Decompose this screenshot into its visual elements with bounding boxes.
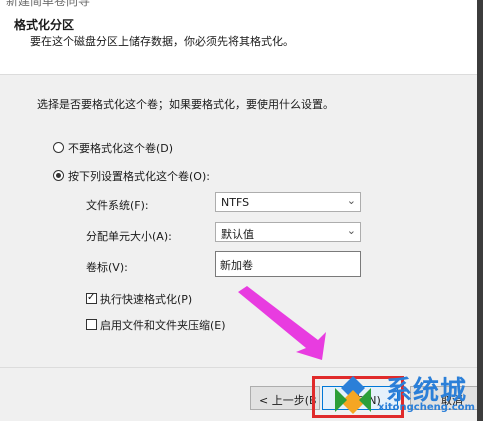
watermark-logo-icon [335,376,371,414]
annotation-arrow-icon [238,286,326,360]
window-edge [477,0,483,421]
watermark-url: xitongcheng.com [378,402,475,413]
